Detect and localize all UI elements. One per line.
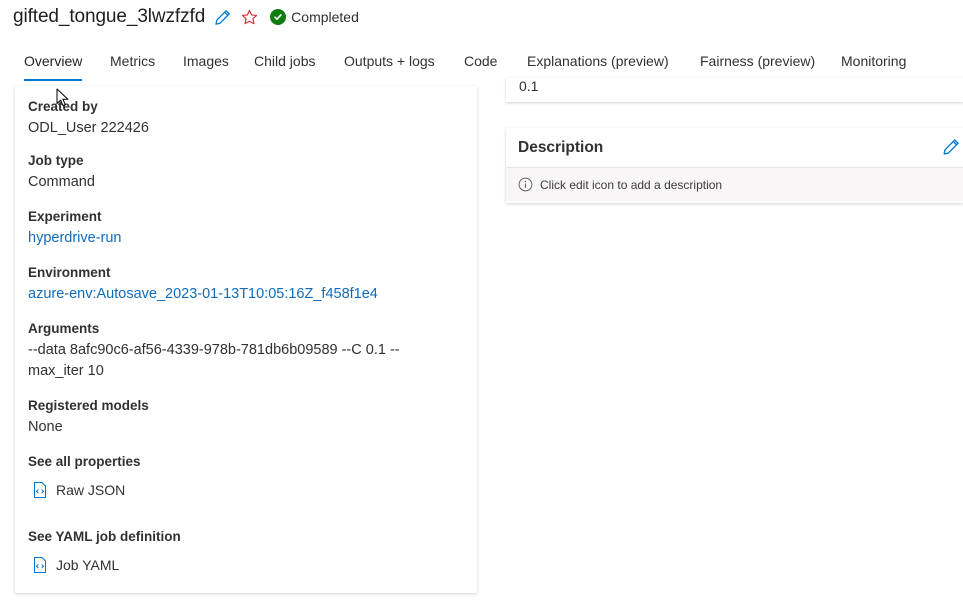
edit-description-pencil-icon[interactable]	[942, 138, 960, 161]
see-all-properties-label: See all properties	[28, 454, 141, 469]
code-file-icon	[33, 557, 47, 573]
status-badge: Completed	[270, 9, 359, 25]
mouse-cursor-icon	[56, 88, 69, 112]
job-type-value: Command	[28, 174, 95, 190]
properties-card: Created by ODL_User 222426 Job type Comm…	[15, 86, 477, 593]
tab-images[interactable]: Images	[183, 48, 229, 82]
tab-outputs-logs[interactable]: Outputs + logs	[344, 48, 435, 82]
arguments-section: Arguments --data 8afc90c6-af56-4339-978b…	[28, 320, 468, 382]
status-text: Completed	[291, 9, 359, 25]
star-icon[interactable]	[241, 9, 258, 26]
job-yaml-link[interactable]: Job YAML	[33, 557, 119, 573]
job-overview-page: gifted_tongue_3lwzfzfd Completed Overvie…	[0, 0, 963, 614]
experiment-section: Experiment hyperdrive-run	[28, 208, 468, 249]
created-by-section: Created by ODL_User 222426	[28, 98, 468, 139]
experiment-link[interactable]: hyperdrive-run	[28, 228, 468, 249]
experiment-label: Experiment	[28, 209, 102, 224]
job-title: gifted_tongue_3lwzfzfd	[13, 6, 206, 27]
registered-models-label: Registered models	[28, 398, 149, 413]
arguments-label: Arguments	[28, 321, 100, 336]
info-icon	[518, 177, 533, 192]
arguments-value-line2: max_iter 10	[28, 363, 104, 379]
job-yaml-label: Job YAML	[56, 557, 120, 573]
tab-explanations[interactable]: Explanations (preview)	[527, 48, 669, 82]
yaml-label: See YAML job definition	[28, 529, 181, 544]
tab-metrics[interactable]: Metrics	[110, 48, 155, 82]
environment-link[interactable]: azure-env:Autosave_2023-01-13T10:05:16Z_…	[28, 284, 468, 305]
environment-label: Environment	[28, 265, 111, 280]
tab-monitoring[interactable]: Monitoring	[841, 48, 906, 82]
yaml-section: See YAML job definition	[28, 528, 468, 546]
tab-child-jobs[interactable]: Child jobs	[254, 48, 315, 82]
description-placeholder-text: Click edit icon to add a description	[540, 177, 723, 192]
raw-json-link[interactable]: Raw JSON	[33, 482, 125, 498]
code-file-icon	[33, 482, 47, 498]
job-header: gifted_tongue_3lwzfzfd Completed	[13, 4, 359, 30]
raw-json-label: Raw JSON	[56, 482, 126, 498]
pencil-icon[interactable]	[214, 9, 231, 26]
top-right-card: 0.1	[506, 78, 963, 102]
check-circle-icon	[270, 9, 287, 25]
description-placeholder: Click edit icon to add a description	[506, 167, 963, 201]
created-by-value: ODL_User 222426	[28, 120, 149, 136]
environment-section: Environment azure-env:Autosave_2023-01-1…	[28, 264, 468, 305]
tab-code[interactable]: Code	[464, 48, 497, 82]
tab-overview[interactable]: Overview	[24, 48, 83, 82]
created-by-label: Created by	[28, 99, 98, 114]
tab-bar: Overview Metrics Images Child jobs Outpu…	[0, 48, 963, 82]
top-card-value: 0.1	[519, 78, 539, 94]
description-title: Description	[518, 139, 604, 156]
registered-models-section: Registered models None	[28, 397, 468, 438]
arguments-value-line1: --data 8afc90c6-af56-4339-978b-781db6b09…	[28, 342, 400, 358]
registered-models-value: None	[28, 419, 63, 435]
tab-fairness[interactable]: Fairness (preview)	[700, 48, 815, 82]
see-all-properties-section: See all properties	[28, 453, 468, 471]
job-type-section: Job type Command	[28, 152, 468, 193]
job-type-label: Job type	[28, 153, 84, 168]
description-card: Description Click edit icon to add a des…	[506, 128, 963, 203]
